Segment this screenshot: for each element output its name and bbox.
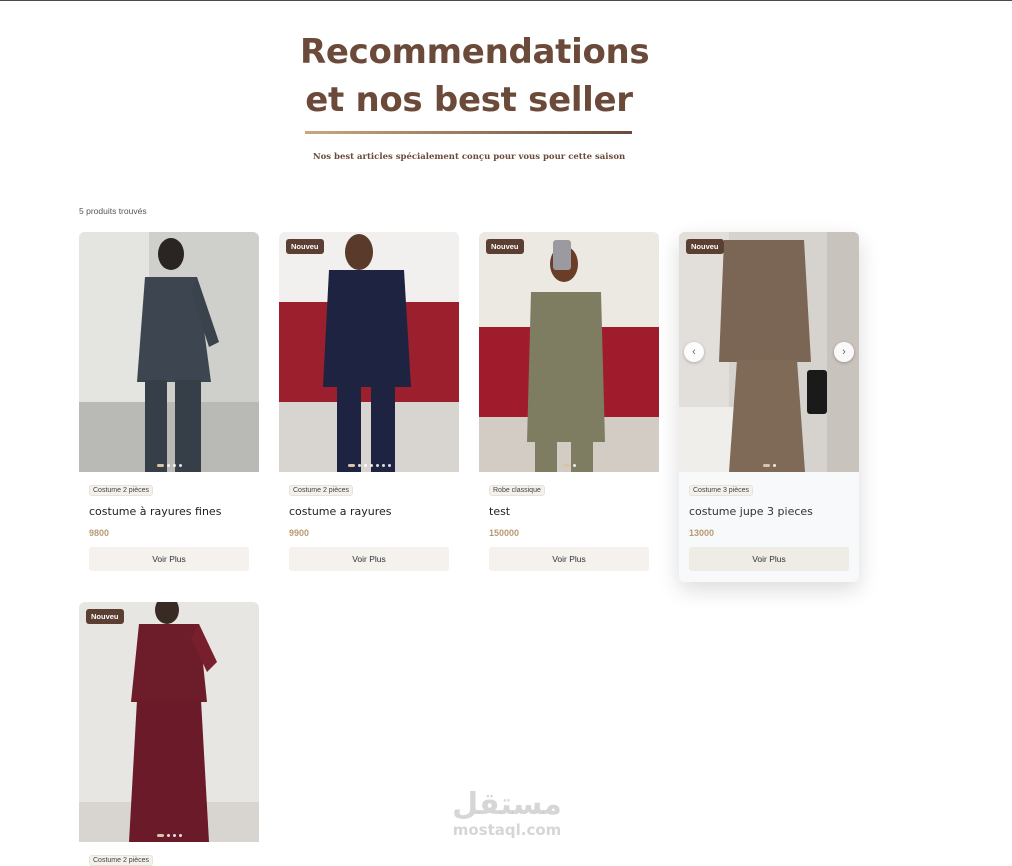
page-title: Recommendations et nos best seller: [300, 28, 650, 124]
carousel-dot[interactable]: [166, 834, 170, 837]
carousel-dot[interactable]: [156, 464, 164, 467]
carousel-dot[interactable]: [166, 464, 170, 467]
category-tag: Robe classique: [489, 485, 545, 496]
product-card[interactable]: Nouveu Robe classique test 150000 Voir P…: [479, 232, 659, 582]
carousel-dot[interactable]: [178, 464, 182, 467]
product-image-carousel[interactable]: Nouveu ‹ ›: [679, 232, 859, 472]
carousel-dot[interactable]: [347, 464, 355, 467]
carousel-dot[interactable]: [178, 834, 182, 837]
product-image-carousel[interactable]: [79, 232, 259, 472]
product-name[interactable]: test: [489, 505, 510, 518]
carousel-dot[interactable]: [172, 464, 176, 467]
carousel-dot[interactable]: [369, 464, 373, 467]
voir-plus-button[interactable]: Voir Plus: [689, 547, 849, 571]
carousel-dots: [279, 464, 459, 467]
voir-plus-button[interactable]: Voir Plus: [89, 547, 249, 571]
page-title-line-2: et nos best seller: [305, 80, 633, 120]
product-image-carousel[interactable]: Nouveu: [79, 602, 259, 842]
category-tag: Costume 2 pièces: [89, 485, 154, 496]
carousel-dot[interactable]: [762, 464, 770, 467]
product-price: 9800: [89, 528, 110, 538]
carousel-dot[interactable]: [357, 464, 361, 467]
voir-plus-button[interactable]: Voir Plus: [489, 547, 649, 571]
product-image-carousel[interactable]: Nouveu: [279, 232, 459, 472]
carousel-dot[interactable]: [172, 834, 176, 837]
product-name[interactable]: costume a rayures: [289, 505, 392, 518]
carousel-dot[interactable]: [375, 464, 379, 467]
title-underline: [305, 131, 632, 134]
product-image: [79, 602, 259, 842]
carousel-dot[interactable]: [387, 464, 391, 467]
new-badge: Nouveu: [686, 239, 724, 254]
watermark-arabic: مستقل: [452, 787, 562, 822]
voir-plus-button[interactable]: Voir Plus: [289, 547, 449, 571]
carousel-dot[interactable]: [363, 464, 367, 467]
product-name[interactable]: costume à rayures fines: [89, 505, 221, 518]
product-card[interactable]: Costume 2 pièces costume à rayures fines…: [79, 232, 259, 582]
page-subtitle: Nos best articles spécialement conçu pou…: [312, 152, 626, 162]
product-image: [79, 232, 259, 472]
chevron-right-icon[interactable]: ›: [834, 342, 854, 362]
chevron-left-icon[interactable]: ‹: [684, 342, 704, 362]
carousel-dots: [79, 464, 259, 467]
product-image: [279, 232, 459, 472]
new-badge: Nouveu: [286, 239, 324, 254]
new-badge: Nouveu: [486, 239, 524, 254]
product-image-carousel[interactable]: Nouveu: [479, 232, 659, 472]
product-card[interactable]: Nouveu Costume 2 pièces: [79, 602, 259, 866]
carousel-dot[interactable]: [772, 464, 776, 467]
product-price: 13000: [689, 528, 715, 538]
carousel-dot[interactable]: [381, 464, 385, 467]
carousel-dots: [479, 464, 659, 467]
product-card[interactable]: Nouveu ‹ › Costume 3 pièces costume jupe…: [679, 232, 859, 582]
top-border: [0, 0, 1012, 1]
carousel-dot[interactable]: [156, 834, 164, 837]
page-title-line-1: Recommendations: [300, 32, 650, 72]
carousel-dots: [679, 464, 859, 467]
carousel-dots: [79, 834, 259, 837]
watermark: مستقل mostaql.com: [442, 790, 572, 840]
product-image: [679, 232, 859, 472]
carousel-dot[interactable]: [572, 464, 576, 467]
results-count: 5 produits trouvés: [79, 206, 147, 216]
product-card[interactable]: Nouveu Costume 2 pièces costume a rayure…: [279, 232, 459, 582]
category-tag: Costume 3 pièces: [689, 485, 754, 496]
carousel-dot[interactable]: [562, 464, 570, 467]
watermark-latin: mostaql.com: [452, 821, 562, 839]
product-price: 9900: [289, 528, 310, 538]
category-tag: Costume 2 pièces: [289, 485, 354, 496]
product-price: 150000: [489, 528, 520, 538]
product-image: [479, 232, 659, 472]
new-badge: Nouveu: [86, 609, 124, 624]
product-name[interactable]: costume jupe 3 pieces: [689, 505, 813, 518]
